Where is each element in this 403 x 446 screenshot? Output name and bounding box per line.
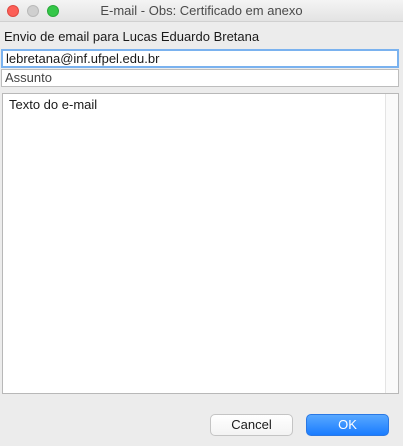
email-body-text[interactable]: Texto do e-mail xyxy=(3,94,386,393)
recipient-heading: Envio de email para Lucas Eduardo Bretan… xyxy=(4,29,260,44)
recipient-email-field[interactable]: lebretana@inf.ufpel.edu.br xyxy=(1,49,399,68)
body-scrollbar[interactable] xyxy=(385,94,398,393)
email-body-area[interactable]: Texto do e-mail xyxy=(2,93,399,394)
window-title: E-mail - Obs: Certificado em anexo xyxy=(100,3,303,18)
title-bar[interactable]: E-mail - Obs: Certificado em anexo xyxy=(0,0,403,22)
subject-field[interactable]: Assunto xyxy=(1,69,399,87)
ok-button[interactable]: OK xyxy=(306,414,389,436)
email-dialog: E-mail - Obs: Certificado em anexo Envio… xyxy=(0,0,403,446)
cancel-button[interactable]: Cancel xyxy=(210,414,293,436)
